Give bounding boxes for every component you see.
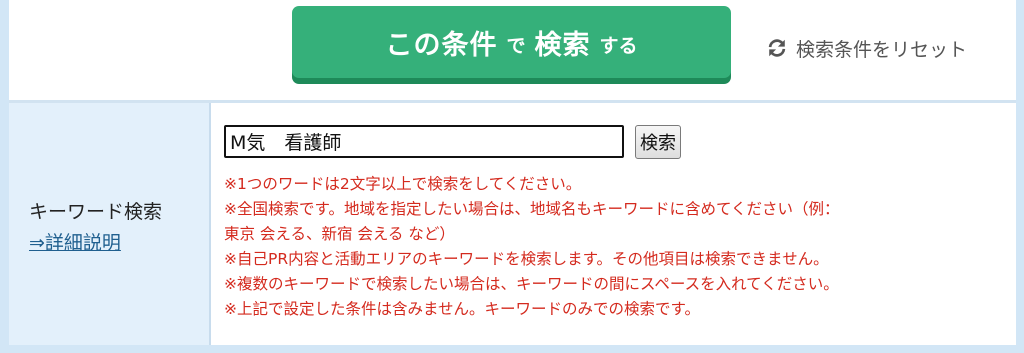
- submit-label-part4: する: [599, 34, 638, 57]
- note-line: ※上記で設定した条件は含みません。キーワードのみでの検索です。: [224, 300, 700, 318]
- reset-label: 検索条件をリセット: [796, 38, 968, 61]
- frame-right-border: [1016, 0, 1024, 353]
- note-line: ※複数のキーワードで検索したい場合は、キーワードの間にスペースを入れてください。: [224, 275, 839, 293]
- note-line: ※自己PR内容と活動エリアのキーワードを検索します。その他項目は検索できません。: [224, 250, 829, 268]
- keyword-notes: ※1つのワードは2文字以上で検索をしてください。 ※全国検索です。地域を指定した…: [224, 172, 1004, 322]
- refresh-icon: [766, 37, 788, 59]
- bottom-border: [9, 345, 1016, 353]
- submit-label-part2: で: [506, 34, 526, 57]
- keyword-input[interactable]: [224, 125, 624, 158]
- submit-label-part1: この条件: [385, 29, 498, 61]
- note-line: ※全国検索です。地域を指定したい場合は、地域名もキーワードに含めてください（例：: [224, 200, 840, 218]
- keyword-search-label: キーワード検索: [29, 201, 163, 223]
- search-submit-button[interactable]: この条件 で 検索 する: [292, 6, 731, 78]
- reset-conditions-link[interactable]: 検索条件をリセット: [766, 34, 967, 62]
- note-line: 東京 会える、新宿 会える など）: [224, 225, 455, 243]
- submit-label-part3: 検索: [534, 29, 591, 61]
- detail-explanation-link[interactable]: ⇒詳細説明: [29, 228, 121, 255]
- note-line: ※1つのワードは2文字以上で検索をしてください。: [224, 175, 582, 193]
- frame-left-border: [0, 0, 9, 353]
- keyword-search-button[interactable]: 検索: [635, 125, 681, 159]
- keyword-label-cell: [9, 103, 209, 345]
